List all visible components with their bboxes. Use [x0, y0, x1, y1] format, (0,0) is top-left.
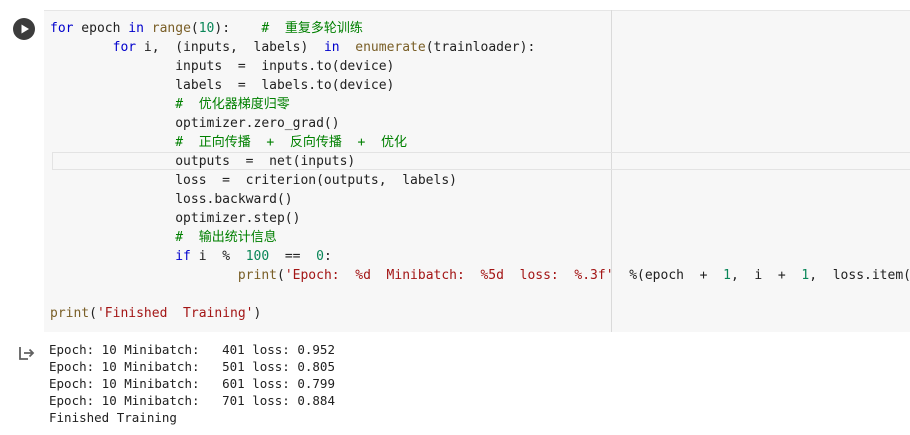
- builtin: print: [50, 306, 90, 321]
- code-text: for epoch in range(10): # 重复多轮训练 for i, …: [0, 0, 910, 332]
- code-line-6: optimizer.zero_grad(): [50, 116, 340, 131]
- keyword: in: [128, 21, 144, 36]
- builtin: range: [151, 21, 191, 36]
- code-line-12-comment: # 输出统计信息: [50, 230, 277, 245]
- notebook-code-cell: for epoch in range(10): # 重复多轮训练 for i, …: [0, 0, 910, 435]
- builtin: print: [237, 268, 277, 283]
- comment: # 重复多轮训练: [261, 21, 363, 36]
- code-token: %(epoch +: [613, 268, 724, 283]
- number: 100: [245, 249, 270, 264]
- string: 'Epoch: %d Minibatch: %5d loss: %.3f': [284, 268, 614, 283]
- code-line-9: loss = criterion(outputs, labels): [50, 173, 457, 188]
- code-line-11: optimizer.step(): [50, 211, 301, 226]
- code-token: (: [190, 21, 199, 36]
- number: 1: [723, 268, 731, 283]
- code-line-13: if i % 100 == 0:: [50, 247, 332, 266]
- output-arrow-icon: [19, 347, 35, 360]
- output-line: Epoch: 10 Minibatch: 501 loss: 0.805: [49, 359, 335, 374]
- code-line-15: print('Finished Training'): [50, 304, 261, 323]
- code-token: (: [89, 306, 97, 321]
- code-token: ):: [214, 21, 262, 36]
- code-token: (: [276, 268, 285, 283]
- code-line-7-comment: # 正向传播 + 反向传播 + 优化: [50, 135, 407, 150]
- code-token: , i +: [730, 268, 802, 283]
- output-line: Finished Training: [49, 410, 177, 425]
- code-token: , loss.item())): [809, 268, 910, 283]
- code-line-5-comment: # 优化器梯度归零: [50, 97, 290, 112]
- code-line-8: outputs = net(inputs): [50, 154, 356, 169]
- code-token: i %: [190, 249, 246, 264]
- code-token: ): [253, 306, 262, 321]
- code-token: :: [323, 249, 332, 264]
- cell-output: Epoch: 10 Minibatch: 401 loss: 0.952 Epo…: [0, 332, 910, 435]
- string: 'Finished Training': [96, 306, 254, 321]
- code-line-14: print('Epoch: %d Minibatch: %5d loss: %.…: [50, 266, 910, 285]
- code-line-3: inputs = inputs.to(device): [50, 59, 395, 74]
- code-line-1: for epoch in range(10): # 重复多轮训练: [50, 19, 363, 38]
- code-token: ==: [269, 249, 317, 264]
- keyword: for: [112, 40, 137, 55]
- code-token: i, (inputs, labels): [136, 40, 324, 55]
- code-token: (trainloader):: [425, 40, 536, 55]
- number: 10: [198, 21, 215, 36]
- builtin: enumerate: [355, 40, 426, 55]
- number: 0: [316, 249, 324, 264]
- code-line-10: loss.backward(): [50, 192, 293, 207]
- code-line-4: labels = labels.to(device): [50, 78, 395, 93]
- keyword: in: [323, 40, 340, 55]
- output-line: Epoch: 10 Minibatch: 401 loss: 0.952: [49, 342, 335, 357]
- output-line: Epoch: 10 Minibatch: 701 loss: 0.884: [49, 393, 335, 408]
- keyword: if: [175, 249, 191, 264]
- keyword: for: [50, 21, 74, 36]
- code-token: epoch: [73, 21, 129, 36]
- output-line: Epoch: 10 Minibatch: 601 loss: 0.799: [49, 376, 335, 391]
- code-line-2: for i, (inputs, labels) in enumerate(tra…: [50, 38, 536, 57]
- output-redirect-icon[interactable]: [17, 344, 35, 362]
